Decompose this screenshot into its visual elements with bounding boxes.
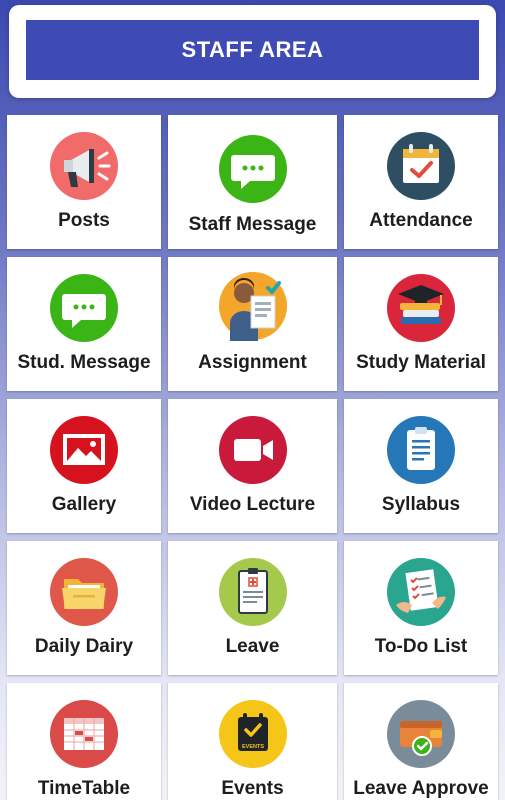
tile-posts[interactable]: Posts [7,115,161,249]
tile-label: Assignment [198,352,307,373]
chat-icon [218,134,288,204]
tile-video-lecture[interactable]: Video Lecture [168,399,337,533]
tile-todo-list[interactable]: To-Do List [344,541,498,675]
tile-leave[interactable]: Leave [168,541,337,675]
clipboard-icon [386,415,456,485]
tile-timetable[interactable]: TimeTable [7,683,161,800]
chat-icon [49,273,119,343]
tile-syllabus[interactable]: Syllabus [344,399,498,533]
page-title: STAFF AREA [181,37,324,62]
wallet-approve-icon [386,699,456,769]
tile-label: TimeTable [37,778,131,799]
image-icon [49,415,119,485]
tile-events[interactable]: EVENTS Events [168,683,337,800]
video-camera-icon [218,415,288,485]
events-icon-text: EVENTS [241,744,263,750]
tile-label: Stud. Message [17,352,151,373]
tile-label: To-Do List [374,636,468,657]
header-bar: STAFF AREA [26,20,479,80]
medical-document-icon [218,557,288,627]
header-card: STAFF AREA [9,5,496,98]
events-calendar-icon: EVENTS [218,699,288,769]
timetable-icon [49,699,119,769]
tile-label: Daily Dairy [34,636,134,657]
tile-stud-message[interactable]: Stud. Message [7,257,161,391]
student-assignment-icon [218,271,288,341]
tile-label: Syllabus [381,494,461,515]
tile-gallery[interactable]: Gallery [7,399,161,533]
checklist-hands-icon [386,557,456,627]
tile-label: Video Lecture [189,494,316,515]
tile-label: Leave [225,636,280,657]
folder-icon [49,557,119,627]
tile-label: Leave Approve [353,778,489,799]
tile-label: Gallery [51,494,117,515]
tile-attendance[interactable]: Attendance [344,115,498,249]
tile-leave-approve[interactable]: Leave Approve [344,683,498,800]
megaphone-icon [49,131,119,201]
calendar-check-icon [386,131,456,201]
tile-daily-dairy[interactable]: Daily Dairy [7,541,161,675]
tile-staff-message[interactable]: Staff Message [168,115,337,249]
tile-label: Events [221,778,284,799]
books-cap-icon [386,273,456,343]
tile-label: Study Material [356,352,486,373]
tile-study-material[interactable]: Study Material [344,257,498,391]
tile-label: Attendance [369,210,473,231]
tile-label: Posts [58,210,110,231]
tile-label: Staff Message [188,214,317,235]
tile-assignment[interactable]: Assignment [168,257,337,391]
